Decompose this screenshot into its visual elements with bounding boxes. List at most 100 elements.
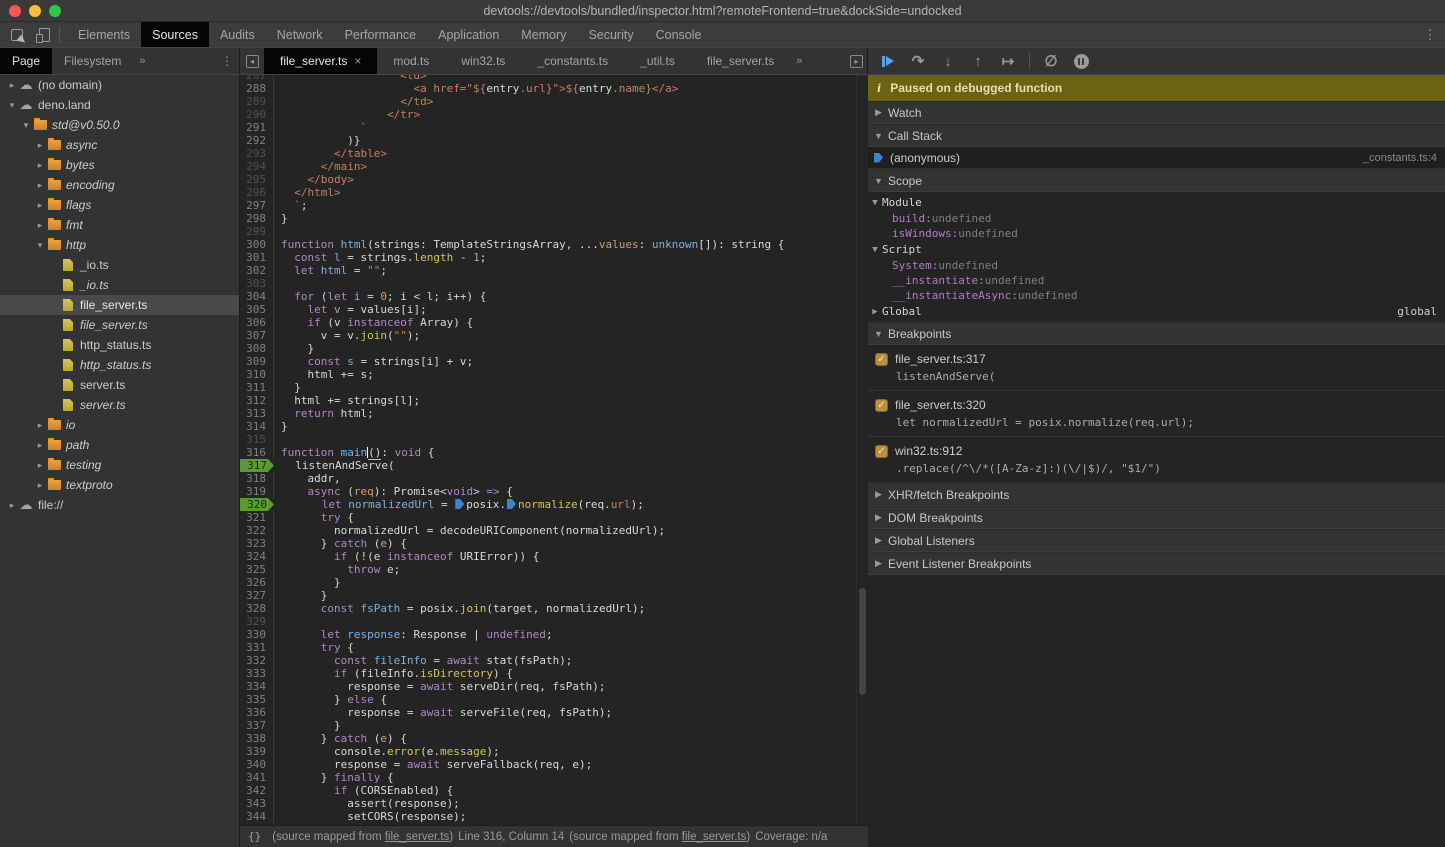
- section-breakpoints[interactable]: ▼Breakpoints: [868, 322, 1445, 345]
- code-line-316[interactable]: 316function main(): void {: [240, 446, 856, 459]
- close-tab-icon[interactable]: ×: [354, 54, 361, 68]
- tree-item-flags[interactable]: ▸flags: [0, 195, 239, 215]
- code-line-text[interactable]: }: [274, 719, 341, 732]
- line-number[interactable]: 334: [240, 680, 274, 693]
- code-line-289[interactable]: 289 </td>: [240, 95, 856, 108]
- toggle-navigator-icon[interactable]: ◂: [240, 48, 264, 74]
- code-line-text[interactable]: }: [274, 589, 327, 602]
- tree-item-server-ts[interactable]: server.ts: [0, 375, 239, 395]
- section-scope[interactable]: ▼Scope: [868, 169, 1445, 192]
- step-icon[interactable]: ↦: [996, 51, 1020, 71]
- editor-tab-constants-ts-3[interactable]: _constants.ts: [521, 48, 624, 74]
- editor-tab-util-ts-4[interactable]: _util.ts: [624, 48, 691, 74]
- source-mapped-link-1[interactable]: file_server.ts: [385, 831, 450, 843]
- code-line-text[interactable]: console.error(e.message);: [274, 745, 500, 758]
- code-line-text[interactable]: `;: [274, 199, 308, 212]
- code-line-text[interactable]: let html = "";: [274, 264, 387, 277]
- tree-item-file-server-ts[interactable]: file_server.ts: [0, 295, 239, 315]
- code-line-text[interactable]: return html;: [274, 407, 374, 420]
- sidebar-overflow-icon[interactable]: »: [133, 48, 151, 74]
- code-line-337[interactable]: 337 }: [240, 719, 856, 732]
- code-line-294[interactable]: 294 </main>: [240, 160, 856, 173]
- editor-tab-file-server-ts-0[interactable]: file_server.ts×: [264, 48, 377, 74]
- breakpoint-checkbox[interactable]: ✓: [875, 353, 888, 366]
- code-line-325[interactable]: 325 throw e;: [240, 563, 856, 576]
- tree-item-async[interactable]: ▸async: [0, 135, 239, 155]
- tree-item-textproto[interactable]: ▸textproto: [0, 475, 239, 495]
- code-line-text[interactable]: try {: [274, 641, 354, 654]
- pause-on-exceptions-icon[interactable]: [1069, 51, 1093, 71]
- scope-variable[interactable]: __instantiate: undefined: [868, 273, 1445, 288]
- code-line-293[interactable]: 293 </table>: [240, 147, 856, 160]
- line-number[interactable]: 289: [240, 95, 274, 108]
- inline-breakpoint-marker-icon[interactable]: [455, 499, 464, 509]
- scope-variable[interactable]: System: undefined: [868, 258, 1445, 273]
- code-line-317[interactable]: 317 listenAndServe(: [240, 459, 856, 472]
- code-line-text[interactable]: if (!(e instanceof URIError)) {: [274, 550, 539, 563]
- code-line-323[interactable]: 323 } catch (e) {: [240, 537, 856, 550]
- code-line-318[interactable]: 318 addr,: [240, 472, 856, 485]
- collapsed-arrow-icon[interactable]: ▸: [6, 80, 18, 91]
- line-number[interactable]: 327: [240, 589, 274, 602]
- code-line-text[interactable]: [274, 433, 281, 446]
- code-line-text[interactable]: response = await serveFallback(req, e);: [274, 758, 592, 771]
- tree-item-server-ts[interactable]: server.ts: [0, 395, 239, 415]
- line-number-breakpoint[interactable]: 320: [240, 498, 274, 511]
- code-line-341[interactable]: 341 } finally {: [240, 771, 856, 784]
- tree-item-no-domain[interactable]: ▸☁(no domain): [0, 75, 239, 95]
- code-line-327[interactable]: 327 }: [240, 589, 856, 602]
- deactivate-breakpoints-icon[interactable]: ∅: [1039, 51, 1063, 71]
- tab-security[interactable]: Security: [577, 22, 644, 47]
- code-line-text[interactable]: )}: [274, 134, 360, 147]
- line-number[interactable]: 298: [240, 212, 274, 225]
- code-line-text[interactable]: const fileInfo = await stat(fsPath);: [274, 654, 572, 667]
- breakpoint-code-snippet[interactable]: listenAndServe(: [868, 368, 1445, 384]
- line-number[interactable]: 318: [240, 472, 274, 485]
- editor-tab-file-server-ts-5[interactable]: file_server.ts: [691, 48, 790, 74]
- tab-performance[interactable]: Performance: [334, 22, 428, 47]
- code-line-text[interactable]: </table>: [274, 147, 387, 160]
- close-window-button[interactable]: [9, 5, 21, 17]
- zoom-window-button[interactable]: [49, 5, 61, 17]
- scope-variable[interactable]: __instantiateAsync: undefined: [868, 288, 1445, 303]
- code-line-296[interactable]: 296 </html>: [240, 186, 856, 199]
- line-number[interactable]: 325: [240, 563, 274, 576]
- line-number[interactable]: 323: [240, 537, 274, 550]
- tab-application[interactable]: Application: [427, 22, 510, 47]
- collapsed-arrow-icon[interactable]: ▸: [34, 180, 46, 191]
- code-line-330[interactable]: 330 let response: Response | undefined;: [240, 628, 856, 641]
- editor-tab-overflow-icon[interactable]: »: [790, 48, 808, 74]
- code-line-text[interactable]: setCORS(response);: [274, 810, 466, 823]
- code-line-text[interactable]: listenAndServe(: [275, 459, 395, 472]
- code-line-text[interactable]: const fsPath = posix.join(target, normal…: [274, 602, 645, 615]
- line-number[interactable]: 330: [240, 628, 274, 641]
- line-number[interactable]: 311: [240, 381, 274, 394]
- tree-item-io-ts[interactable]: _io.ts: [0, 275, 239, 295]
- code-line-344[interactable]: 344 setCORS(response);: [240, 810, 856, 823]
- frame-location[interactable]: _constants.ts:4: [1363, 152, 1437, 164]
- code-line-text[interactable]: </td>: [274, 95, 433, 108]
- line-number[interactable]: 315: [240, 433, 274, 446]
- line-number[interactable]: 313: [240, 407, 274, 420]
- line-number[interactable]: 306: [240, 316, 274, 329]
- line-number[interactable]: 314: [240, 420, 274, 433]
- code-line-321[interactable]: 321 try {: [240, 511, 856, 524]
- section-call-stack[interactable]: ▼Call Stack: [868, 124, 1445, 147]
- scrollbar-thumb[interactable]: [859, 588, 866, 695]
- code-line-text[interactable]: throw e;: [274, 563, 400, 576]
- code-line-text[interactable]: try {: [274, 511, 354, 524]
- code-line-338[interactable]: 338 } catch (e) {: [240, 732, 856, 745]
- line-number[interactable]: 302: [240, 264, 274, 277]
- collapsed-arrow-icon[interactable]: ▸: [34, 420, 46, 431]
- line-number[interactable]: 333: [240, 667, 274, 680]
- step-into-icon[interactable]: ↓: [936, 51, 960, 71]
- code-line-302[interactable]: 302 let html = "";: [240, 264, 856, 277]
- code-line-text[interactable]: </html>: [274, 186, 341, 199]
- code-line-text[interactable]: } finally {: [274, 771, 394, 784]
- code-line-331[interactable]: 331 try {: [240, 641, 856, 654]
- expanded-arrow-icon[interactable]: ▾: [34, 240, 46, 251]
- code-line-text[interactable]: if (fileInfo.isDirectory) {: [274, 667, 513, 680]
- tab-audits[interactable]: Audits: [209, 22, 266, 47]
- collapsed-arrow-icon[interactable]: ▸: [34, 200, 46, 211]
- line-number[interactable]: 312: [240, 394, 274, 407]
